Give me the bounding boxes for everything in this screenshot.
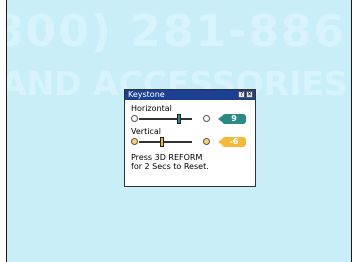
horizontal-slider-thumb[interactable] [177, 114, 182, 124]
horizontal-label: Horizontal [131, 104, 172, 113]
vertical-label: Vertical [131, 127, 161, 136]
reset-instruction-line2: for 2 Secs to Reset. [131, 162, 209, 171]
horizontal-slider-row: 9 [131, 114, 253, 124]
vertical-slider-row: -6 [131, 137, 253, 147]
help-button[interactable]: ? [238, 91, 245, 98]
horizontal-slider-track[interactable] [139, 118, 192, 120]
decrease-icon[interactable] [131, 138, 138, 145]
increase-icon[interactable] [203, 138, 210, 145]
reset-instruction-line1: Press 3D REFORM [131, 153, 203, 162]
titlebar-buttons: ? ✕ [238, 91, 253, 98]
close-button[interactable]: ✕ [246, 91, 253, 98]
keystone-dialog: Keystone ? ✕ Horizontal 9 Vertical -6 Pr… [124, 89, 256, 187]
decrease-icon[interactable] [131, 115, 138, 122]
projector-screen: 800) 281-886 AND ACCESSORIES Keystone ? … [6, 0, 352, 262]
dialog-titlebar: Keystone ? ✕ [125, 90, 255, 100]
background-phone-number: 800) 281-886 [6, 6, 347, 57]
dialog-title: Keystone [128, 90, 165, 99]
increase-icon[interactable] [203, 115, 210, 122]
reset-instruction: Press 3D REFORM for 2 Secs to Reset. [131, 153, 209, 171]
vertical-value: -6 [218, 137, 246, 147]
horizontal-value: 9 [218, 114, 246, 124]
vertical-slider-thumb[interactable] [160, 137, 165, 147]
vertical-slider-track[interactable] [139, 141, 192, 143]
